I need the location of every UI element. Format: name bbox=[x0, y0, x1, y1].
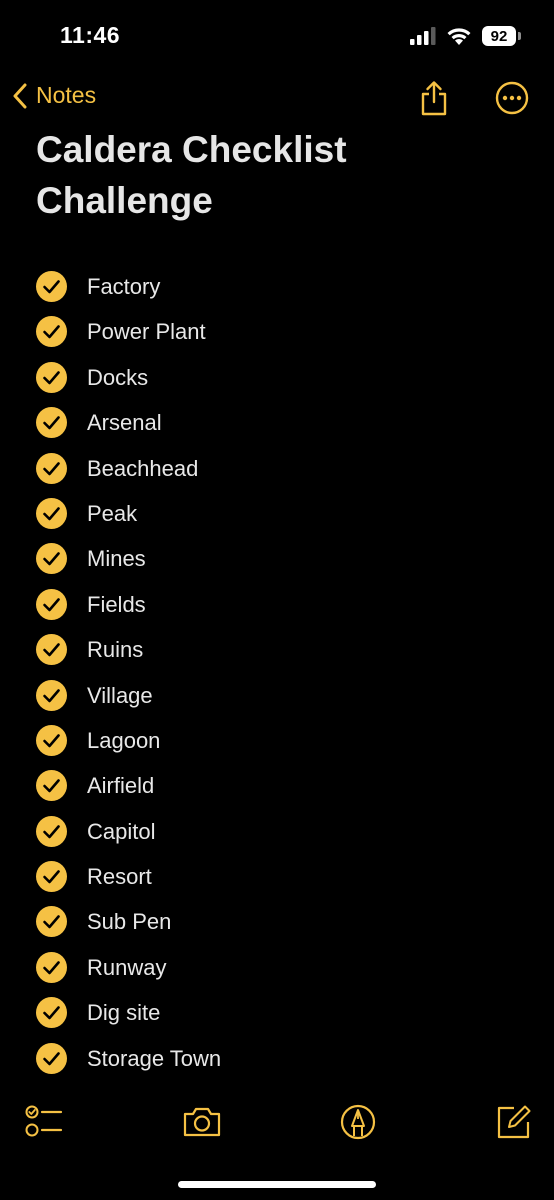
checklist-item-label[interactable]: Dig site bbox=[87, 999, 160, 1027]
checklist-item-label[interactable]: Lagoon bbox=[87, 727, 160, 755]
wifi-icon bbox=[447, 28, 471, 45]
checklist-item: Storage Town bbox=[0, 1036, 554, 1081]
checked-circle-icon[interactable] bbox=[36, 271, 67, 302]
checklist-item: Peak bbox=[0, 491, 554, 536]
checklist-item: Resort bbox=[0, 854, 554, 899]
checklist-icon[interactable] bbox=[24, 1102, 64, 1142]
checked-circle-icon[interactable] bbox=[36, 906, 67, 938]
checklist-item-label[interactable]: Fields bbox=[87, 591, 146, 619]
checklist-item-label[interactable]: Factory bbox=[87, 273, 160, 301]
note-title[interactable]: Caldera Checklist Challenge bbox=[36, 124, 516, 226]
checklist-item: Sub Pen bbox=[0, 899, 554, 944]
checklist-item-label[interactable]: Mines bbox=[87, 545, 146, 573]
checklist-item: Docks bbox=[0, 355, 554, 400]
battery-level: 92 bbox=[490, 27, 508, 45]
checked-circle-icon[interactable] bbox=[36, 861, 67, 893]
checklist-item: Beachhead bbox=[0, 446, 554, 491]
bottom-toolbar bbox=[0, 1100, 554, 1144]
camera-icon[interactable] bbox=[182, 1102, 222, 1142]
checklist-item: Fields bbox=[0, 582, 554, 627]
checklist-item-label[interactable]: Ruins bbox=[87, 636, 143, 664]
checklist-item-label[interactable]: Sub Pen bbox=[87, 908, 171, 936]
markup-pen-icon[interactable] bbox=[338, 1102, 378, 1142]
checklist-item-label[interactable]: Peak bbox=[87, 500, 137, 528]
checked-circle-icon[interactable] bbox=[36, 997, 67, 1029]
checked-circle-icon[interactable] bbox=[36, 452, 67, 484]
checklist-item-label[interactable]: Arsenal bbox=[87, 409, 162, 437]
checklist-item-label[interactable]: Beachhead bbox=[87, 455, 198, 483]
status-time: 11:46 bbox=[60, 22, 121, 48]
compose-icon[interactable] bbox=[494, 1102, 534, 1142]
checked-circle-icon[interactable] bbox=[36, 407, 67, 439]
checked-circle-icon[interactable] bbox=[36, 679, 67, 711]
more-icon[interactable] bbox=[494, 80, 530, 116]
checklist-item-label[interactable]: Resort bbox=[87, 863, 152, 891]
checklist-item: Power Plant bbox=[0, 309, 554, 354]
status-indicators: 92 bbox=[410, 26, 521, 46]
home-indicator[interactable] bbox=[178, 1181, 376, 1188]
checklist-item: Mines bbox=[0, 536, 554, 581]
checklist-item-label[interactable]: Village bbox=[87, 682, 153, 710]
checklist-item-label[interactable]: Capitol bbox=[87, 818, 155, 846]
checked-circle-icon[interactable] bbox=[36, 951, 67, 983]
checklist-item: Capitol bbox=[0, 809, 554, 854]
battery-icon: 92 bbox=[482, 26, 521, 46]
back-button[interactable]: Notes bbox=[12, 82, 96, 109]
cellular-signal-icon bbox=[410, 27, 436, 45]
checked-circle-icon[interactable] bbox=[36, 588, 67, 620]
checked-circle-icon[interactable] bbox=[36, 497, 67, 529]
checklist-item: Ruins bbox=[0, 627, 554, 672]
checked-circle-icon[interactable] bbox=[36, 770, 67, 802]
share-icon[interactable] bbox=[416, 80, 452, 116]
checklist: Factory Power Plant Docks Arsenal Beachh… bbox=[0, 264, 554, 1081]
checklist-item: Factory bbox=[0, 264, 554, 309]
checklist-item: Village bbox=[0, 673, 554, 718]
checked-circle-icon[interactable] bbox=[36, 316, 67, 348]
checked-circle-icon[interactable] bbox=[36, 361, 67, 393]
checked-circle-icon[interactable] bbox=[36, 724, 67, 756]
checklist-item-label[interactable]: Storage Town bbox=[87, 1045, 221, 1073]
checklist-item-label[interactable]: Runway bbox=[87, 954, 166, 982]
checked-circle-icon[interactable] bbox=[36, 1042, 67, 1074]
checked-circle-icon[interactable] bbox=[36, 543, 67, 575]
checklist-item: Dig site bbox=[0, 990, 554, 1035]
nav-bar: Notes bbox=[0, 76, 554, 122]
checklist-item: Runway bbox=[0, 945, 554, 990]
checklist-item: Lagoon bbox=[0, 718, 554, 763]
back-label: Notes bbox=[36, 82, 97, 108]
chevron-left-icon bbox=[13, 83, 27, 108]
status-bar: 11:46 92 bbox=[0, 0, 554, 70]
checked-circle-icon[interactable] bbox=[36, 634, 67, 666]
checked-circle-icon[interactable] bbox=[36, 815, 67, 847]
checklist-item-label[interactable]: Docks bbox=[87, 364, 148, 392]
checklist-item-label[interactable]: Airfield bbox=[87, 772, 154, 800]
checklist-item: Airfield bbox=[0, 763, 554, 808]
checklist-item: Arsenal bbox=[0, 400, 554, 445]
checklist-item-label[interactable]: Power Plant bbox=[87, 318, 206, 346]
